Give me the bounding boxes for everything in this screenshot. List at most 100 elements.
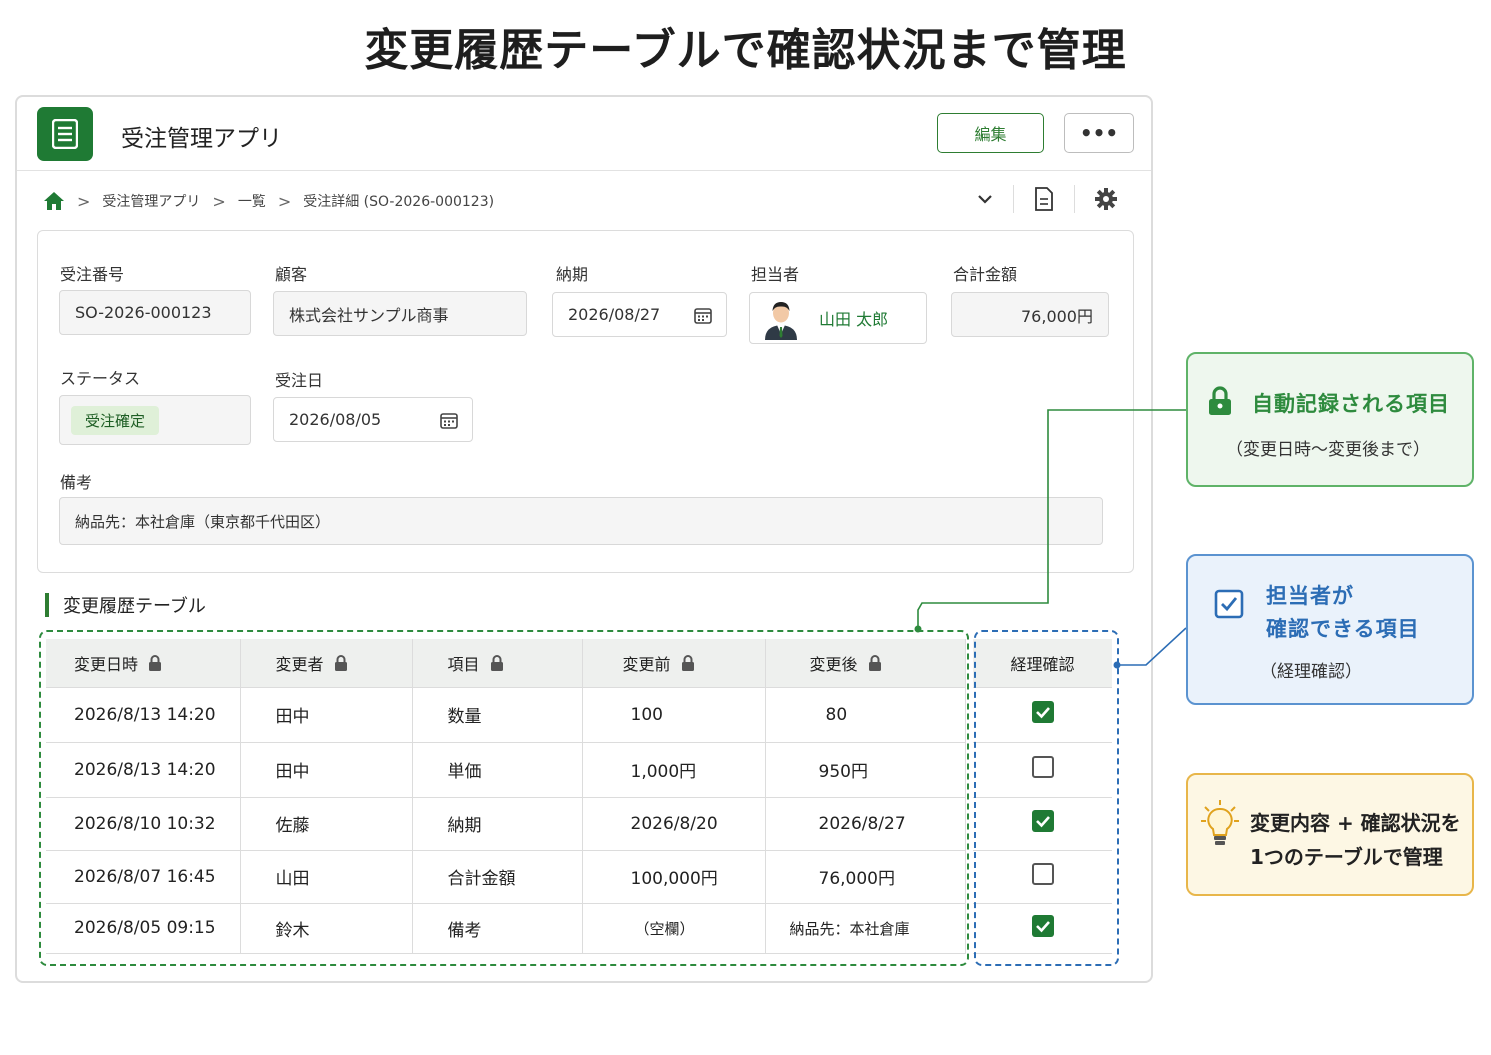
breadcrumb-item-app[interactable]: 受注管理アプリ	[102, 191, 200, 211]
cell-item: 単価	[412, 742, 583, 798]
checkbox-checked[interactable]	[1031, 701, 1054, 723]
cell-accounting-check	[973, 742, 1112, 798]
app-window: 受注管理アプリ 編集 ••• > 受注管理アプリ > 一覧 > 受注詳細 (SO…	[15, 95, 1153, 983]
breadcrumb-item-detail: 受注詳細 (SO-2026-000123)	[303, 194, 495, 210]
toolbar-divider	[1074, 185, 1075, 213]
table-row: 2026/8/05 09:15 鈴木 備考 （空欄） 納品先：本社倉庫	[46, 903, 1112, 954]
lock-icon	[868, 654, 881, 671]
calendar-icon[interactable]	[440, 411, 458, 429]
history-table-body: 2026/8/13 14:20 田中 数量 100 80 2026/8/13 14:20 田…	[46, 687, 1112, 954]
page-headline: 変更履歴テーブルで確認状況まで管理	[364, 25, 1127, 76]
toolbar-divider	[1013, 185, 1014, 213]
breadcrumb-separator: >	[212, 191, 226, 211]
cell-before: 2026/8/20	[582, 797, 766, 851]
callout-manual-title-2: 確認できる項目	[1266, 617, 1420, 641]
callout-manual-sub: （経理確認）	[1260, 662, 1362, 682]
document-icon[interactable]	[1034, 187, 1054, 211]
notes-field: 納品先：本社倉庫（東京都千代田区）	[59, 497, 1103, 545]
cell-user: 田中	[240, 687, 413, 743]
notes-value: 納品先：本社倉庫（東京都千代田区）	[75, 512, 331, 531]
check-icon	[1035, 707, 1050, 719]
callout-manual-title-1: 担当者が	[1266, 584, 1354, 608]
breadcrumb-item-list[interactable]: 一覧	[238, 191, 266, 211]
cell-item: 備考	[412, 903, 583, 954]
gear-icon[interactable]	[1095, 188, 1117, 210]
callout-tip: 変更内容 + 確認状況を 1つのテーブルで管理	[1186, 773, 1474, 896]
total-field: 76,000円	[951, 292, 1109, 337]
order-date-value: 2026/08/05	[289, 410, 382, 429]
status-badge: 受注確定	[71, 405, 160, 435]
cell-after: 950円	[765, 742, 966, 798]
cell-before: 100,000円	[582, 850, 766, 904]
cell-user: 田中	[240, 742, 413, 798]
checkbox-checked[interactable]	[1031, 914, 1054, 937]
edit-button[interactable]: 編集	[937, 113, 1044, 153]
callout-tip-line-1: 変更内容 + 確認状況を	[1250, 811, 1461, 835]
column-header-accounting: 経理確認	[973, 639, 1112, 688]
table-row: 2026/8/10 10:32 佐藤 納期 2026/8/20 2026/8/27	[46, 797, 1112, 851]
checkbox-unchecked[interactable]	[1031, 863, 1054, 885]
cell-accounting-check	[973, 687, 1112, 743]
home-icon[interactable]	[43, 191, 65, 211]
table-row: 2026/8/07 16:45 山田 合計金額 100,000円 76,000円	[46, 850, 1112, 904]
callout-auto-recorded: 自動記録される項目 （変更日時～変更後まで）	[1186, 352, 1474, 487]
column-gap	[965, 903, 973, 953]
history-table-area: 変更日時 変更者 項目 変更前 変更後 経理確認 2026/8/13 14:20…	[39, 630, 1119, 968]
cell-item: 合計金額	[412, 850, 583, 904]
cell-before: 100	[582, 687, 766, 743]
callout-manual-check: 担当者が 確認できる項目 （経理確認）	[1186, 554, 1474, 705]
column-header-after: 変更後	[765, 639, 966, 688]
cell-before: （空欄）	[582, 903, 766, 954]
check-icon	[1035, 920, 1050, 932]
column-header-before: 変更前	[582, 639, 766, 688]
lock-icon	[490, 654, 503, 671]
toolbar	[977, 185, 1117, 213]
more-options-button[interactable]: •••	[1064, 113, 1134, 153]
checkbox-unchecked[interactable]	[1031, 756, 1054, 778]
column-header-user: 変更者	[240, 639, 413, 688]
column-gap	[965, 639, 973, 687]
assignee-field[interactable]: 山田 太郎	[749, 292, 927, 344]
column-header-item: 項目	[412, 639, 583, 688]
cell-datetime: 2026/8/13 14:20	[46, 742, 241, 798]
cell-datetime: 2026/8/07 16:45	[46, 850, 241, 904]
column-gap	[965, 797, 973, 850]
lock-icon	[681, 654, 694, 671]
order-date-field[interactable]: 2026/08/05	[273, 397, 473, 442]
assignee-label: 担当者	[751, 265, 800, 284]
cell-after: 2026/8/27	[765, 797, 966, 851]
table-row: 2026/8/13 14:20 田中 数量 100 80	[46, 687, 1112, 743]
column-header-datetime: 変更日時	[46, 639, 241, 688]
column-gap	[965, 850, 973, 903]
cell-after: 76,000円	[765, 850, 966, 904]
due-date-value: 2026/08/27	[568, 305, 661, 324]
total-value: 76,000円	[1021, 306, 1093, 326]
breadcrumb: > 受注管理アプリ > 一覧 > 受注詳細 (SO-2026-000123)	[43, 187, 494, 215]
order-no-value: SO-2026-000123	[75, 303, 212, 322]
callout-auto-sub: （変更日時～変更後まで）	[1226, 440, 1430, 460]
cell-item: 数量	[412, 687, 583, 743]
cell-datetime: 2026/8/05 09:15	[46, 903, 241, 954]
customer-value: 株式会社サンプル商事	[289, 305, 449, 325]
history-table: 変更日時 変更者 項目 変更前 変更後 経理確認 2026/8/13 14:20…	[46, 639, 1112, 954]
lock-icon	[1209, 386, 1231, 415]
app-header: 受注管理アプリ 編集 •••	[17, 97, 1151, 171]
breadcrumb-separator: >	[277, 191, 292, 211]
breadcrumb-separator: >	[77, 191, 91, 211]
cell-after: 納品先：本社倉庫	[765, 903, 966, 954]
chevron-down-icon[interactable]	[977, 194, 993, 204]
history-section-title: 変更履歴テーブル	[45, 592, 206, 618]
cell-accounting-check	[973, 903, 1112, 954]
order-date-label: 受注日	[275, 371, 324, 390]
order-no-label: 受注番号	[60, 265, 125, 284]
checkbox-checked[interactable]	[1031, 810, 1054, 832]
check-icon	[1035, 816, 1050, 828]
order-no-field: SO-2026-000123	[59, 290, 251, 335]
calendar-icon[interactable]	[694, 306, 712, 324]
assignee-value: 山田 太郎	[819, 310, 889, 329]
due-date-label: 納期	[556, 265, 589, 284]
callout-tip-line-2: 1つのテーブルで管理	[1250, 845, 1443, 869]
column-gap	[965, 742, 973, 797]
due-date-field[interactable]: 2026/08/27	[552, 292, 727, 337]
cell-after: 80	[765, 687, 966, 743]
